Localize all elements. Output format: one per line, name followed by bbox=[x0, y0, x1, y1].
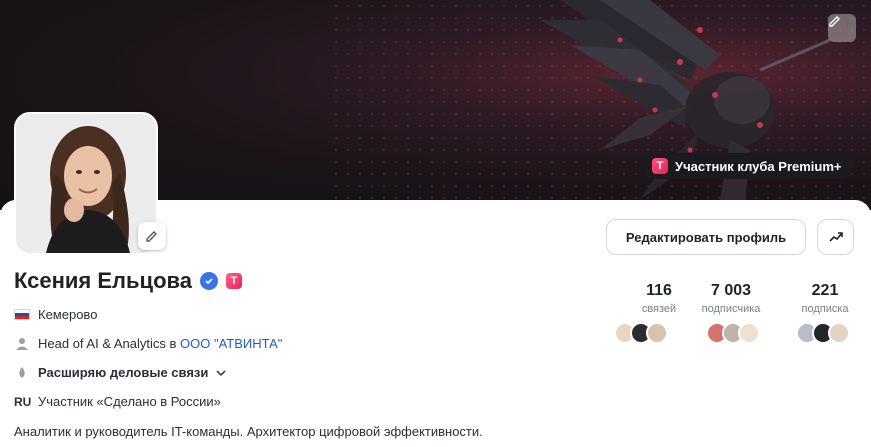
avatar[interactable] bbox=[14, 112, 158, 255]
goal-row[interactable]: Расширяю деловые связи bbox=[14, 365, 226, 380]
program-text: Участник «Сделано в России» bbox=[38, 394, 221, 409]
profile-bio: Аналитик и руководитель IT-команды. Архи… bbox=[14, 424, 483, 439]
stat-followers[interactable]: 7 003 подписчика bbox=[686, 282, 776, 315]
stat-label: подписчика bbox=[701, 303, 761, 315]
person-icon bbox=[16, 337, 28, 350]
edit-profile-button[interactable]: Редактировать профиль bbox=[606, 219, 806, 255]
cover-edit-button[interactable] bbox=[828, 14, 856, 42]
club-badge-label: Участник клуба Premium+ bbox=[675, 158, 842, 174]
position-row: Head of AI & Analytics в ООО "АТВИНТА" bbox=[14, 336, 282, 351]
avatar-edit-button[interactable] bbox=[138, 222, 166, 250]
following-avatars[interactable] bbox=[796, 322, 850, 344]
pencil-icon bbox=[829, 16, 840, 27]
chevron-down-icon bbox=[216, 369, 226, 376]
stat-label: подписка bbox=[801, 303, 849, 315]
goal-text: Расширяю деловые связи bbox=[38, 365, 209, 380]
connections-avatars[interactable] bbox=[614, 322, 668, 344]
avatar bbox=[646, 322, 668, 344]
avatar bbox=[738, 322, 760, 344]
handshake-icon bbox=[19, 366, 25, 377]
name-row: Ксения Ельцова T bbox=[14, 268, 242, 294]
avatar-photo bbox=[16, 114, 156, 253]
stat-following[interactable]: 221 подписка bbox=[780, 282, 870, 315]
program-row: RU Участник «Сделано в России» bbox=[14, 394, 221, 409]
stat-value: 221 bbox=[811, 282, 839, 299]
position-text: Head of AI & Analytics в bbox=[38, 336, 181, 351]
language-code: RU bbox=[14, 394, 32, 409]
followers-avatars[interactable] bbox=[706, 322, 760, 344]
premium-icon[interactable]: T bbox=[225, 273, 242, 289]
trending-up-icon bbox=[828, 232, 843, 242]
club-logo-icon: T bbox=[652, 158, 668, 174]
city-text: Кемерово bbox=[38, 307, 98, 322]
city-row: Кемерово bbox=[14, 307, 97, 322]
stats-button[interactable] bbox=[817, 219, 854, 255]
russia-flag-icon bbox=[14, 309, 30, 320]
club-premium-badge[interactable]: T Участник клуба Premium+ bbox=[644, 153, 854, 179]
stat-value: 7 003 bbox=[710, 282, 752, 299]
verified-check-icon bbox=[199, 272, 218, 290]
profile-name: Ксения Ельцова bbox=[14, 268, 192, 293]
pencil-icon bbox=[146, 231, 157, 242]
company-link[interactable]: ООО "АТВИНТА" bbox=[180, 336, 282, 351]
avatar bbox=[828, 322, 850, 344]
